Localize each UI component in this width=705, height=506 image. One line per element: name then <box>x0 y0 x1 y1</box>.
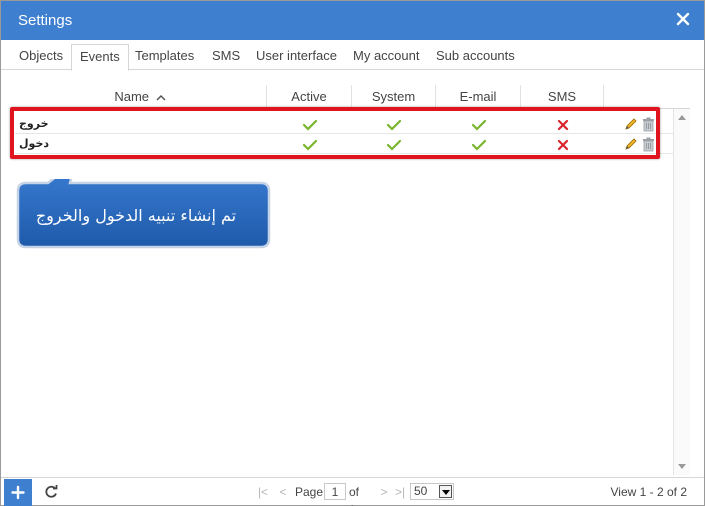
rows-highlight-frame <box>10 107 660 159</box>
tab-sub-accounts[interactable]: Sub accounts <box>428 44 523 71</box>
tab-user-interface[interactable]: User interface <box>248 44 345 71</box>
tab-objects[interactable]: Objects <box>11 44 71 71</box>
chevron-down-icon <box>439 485 452 498</box>
page-size-value: 50 <box>414 484 428 498</box>
refresh-icon[interactable] <box>43 484 59 500</box>
column-header-system[interactable]: System <box>352 85 436 109</box>
vertical-scrollbar[interactable] <box>673 109 690 475</box>
grid-footer: |< < Page of 1 > >| 50 View 1 - 2 of 2 <box>1 477 704 506</box>
column-header-name[interactable]: Name <box>15 85 267 109</box>
tab-sms[interactable]: SMS <box>204 44 248 71</box>
title-bar: Settings <box>1 1 704 40</box>
first-page-icon[interactable]: |< <box>256 483 270 501</box>
dialog-title: Settings <box>18 12 73 29</box>
column-header-active[interactable]: Active <box>267 85 352 109</box>
last-page-icon[interactable]: >| <box>393 483 407 501</box>
scroll-up-arrow[interactable] <box>678 115 686 120</box>
plus-icon <box>11 485 25 500</box>
page-number-input[interactable] <box>324 483 346 500</box>
tab-events[interactable]: Events <box>71 44 129 71</box>
tab-templates[interactable]: Templates <box>127 44 202 71</box>
page-label: Page <box>295 485 324 499</box>
scroll-down-arrow[interactable] <box>678 464 686 469</box>
close-icon[interactable] <box>674 10 692 28</box>
callout-text: تم إنشاء تنبيه الدخول والخروج <box>35 206 237 225</box>
sort-asc-icon <box>156 94 166 101</box>
column-name-label: Name <box>114 89 150 104</box>
grid-header: Name Active System E-mail SMS <box>15 85 690 109</box>
column-header-email[interactable]: E-mail <box>436 85 521 109</box>
settings-dialog: Settings Objects Events Templates SMS Us… <box>0 0 705 506</box>
tab-my-account[interactable]: My account <box>345 44 427 71</box>
prev-page-icon[interactable]: < <box>276 483 290 501</box>
column-header-actions <box>604 85 690 109</box>
page-size-select[interactable]: 50 <box>410 483 454 500</box>
column-header-sms[interactable]: SMS <box>521 85 604 109</box>
tab-bar: Objects Events Templates SMS User interf… <box>1 40 704 71</box>
view-range-info: View 1 - 2 of 2 <box>610 485 688 499</box>
page-count-label: of 1 <box>349 485 360 506</box>
next-page-icon[interactable]: > <box>377 483 391 501</box>
add-event-button[interactable] <box>4 479 32 506</box>
